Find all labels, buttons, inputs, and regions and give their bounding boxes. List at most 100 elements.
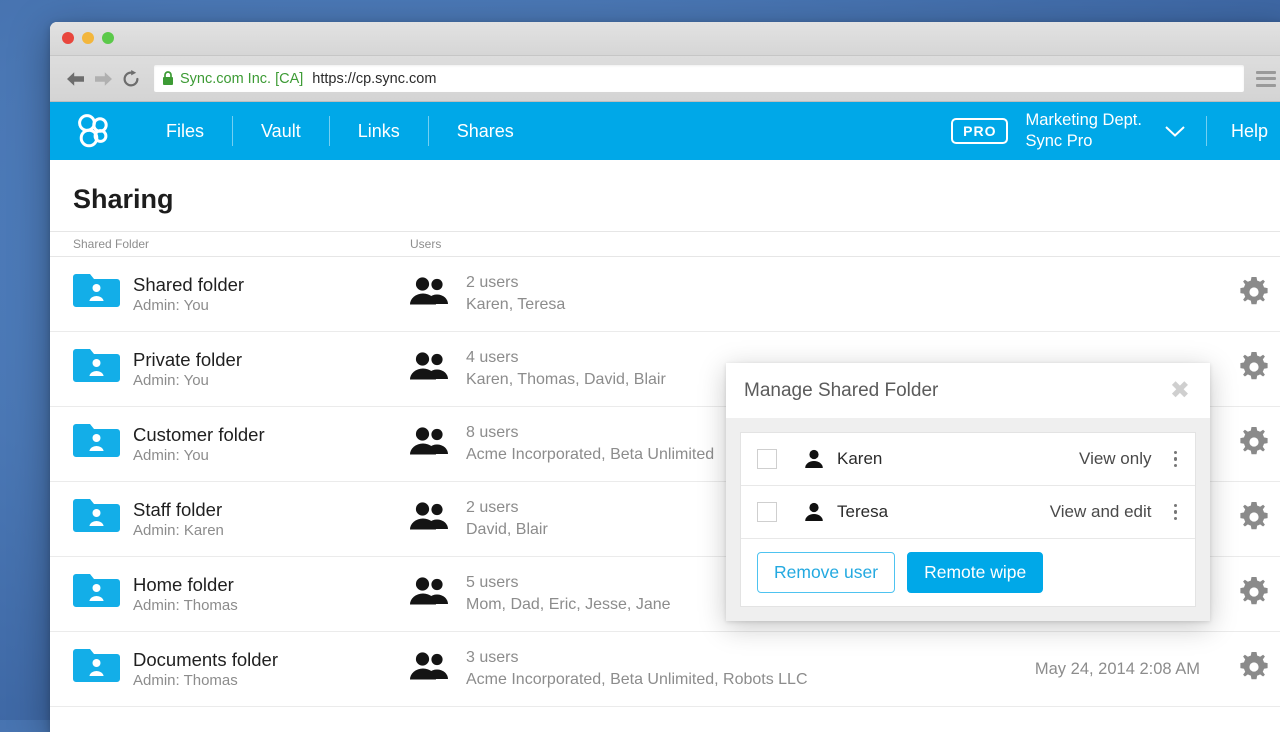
browser-titlebar xyxy=(50,22,1280,56)
account-plan: Sync Pro xyxy=(1026,131,1142,152)
gear-icon xyxy=(1239,277,1269,312)
nav-right-group: PRO Marketing Dept. Sync Pro Help xyxy=(951,102,1280,160)
user-checkbox[interactable] xyxy=(757,502,777,522)
nav-item-links[interactable]: Links xyxy=(330,102,428,160)
dialog-user-row[interactable]: Teresa View and edit xyxy=(741,486,1195,539)
users-group-icon xyxy=(410,426,450,461)
users-count: 2 users xyxy=(466,498,548,519)
users-text: 4 users Karen, Thomas, David, Blair xyxy=(466,348,666,390)
row-settings-button[interactable] xyxy=(1218,577,1280,612)
sync-logo-icon[interactable] xyxy=(50,102,138,160)
gear-icon xyxy=(1239,652,1269,687)
users-text: 3 users Acme Incorporated, Beta Unlimite… xyxy=(466,648,808,690)
users-names: Mom, Dad, Eric, Jesse, Jane xyxy=(466,594,671,616)
page-title: Sharing xyxy=(50,160,1280,215)
users-text: 2 users Karen, Teresa xyxy=(466,273,565,315)
folder-admin: Admin: You xyxy=(133,296,244,316)
users-group-icon xyxy=(410,351,450,386)
folder-text: Customer folder Admin: You xyxy=(133,423,265,466)
folder-admin: Admin: You xyxy=(133,446,265,466)
users-names: Karen, Thomas, David, Blair xyxy=(466,369,666,391)
dialog-title: Manage Shared Folder xyxy=(744,380,1168,402)
users-count: 2 users xyxy=(466,273,565,294)
folder-name: Private folder xyxy=(133,348,242,371)
dialog-user-permission[interactable]: View and edit xyxy=(1050,502,1152,522)
hamburger-menu-icon[interactable] xyxy=(1254,68,1278,90)
shared-folder-icon xyxy=(73,348,120,391)
shared-folder-icon xyxy=(73,573,120,616)
users-count: 5 users xyxy=(466,573,671,594)
folder-name: Customer folder xyxy=(133,423,265,446)
table-row[interactable]: Documents folder Admin: Thomas 3 users A… xyxy=(50,632,1280,707)
folder-admin: Admin: Karen xyxy=(133,521,224,541)
dialog-header: Manage Shared Folder ✖ xyxy=(726,363,1210,418)
gear-icon xyxy=(1239,577,1269,612)
folder-cell: Home folder Admin: Thomas xyxy=(50,573,410,616)
shared-folder-icon xyxy=(73,498,120,541)
dialog-user-permission[interactable]: View only xyxy=(1079,449,1151,469)
address-bar[interactable]: Sync.com Inc. [CA] https://cp.sync.com xyxy=(154,65,1244,92)
gear-icon xyxy=(1239,352,1269,387)
browser-toolbar: Sync.com Inc. [CA] https://cp.sync.com xyxy=(50,56,1280,102)
kebab-menu-icon[interactable] xyxy=(1170,502,1182,523)
shared-folder-icon xyxy=(73,273,120,316)
gear-icon xyxy=(1239,427,1269,462)
person-icon xyxy=(803,448,825,470)
row-settings-button[interactable] xyxy=(1218,652,1280,687)
row-settings-button[interactable] xyxy=(1218,277,1280,312)
kebab-menu-icon[interactable] xyxy=(1170,449,1182,470)
shared-folder-icon xyxy=(73,648,120,691)
row-settings-button[interactable] xyxy=(1218,352,1280,387)
user-checkbox[interactable] xyxy=(757,449,777,469)
dialog-body: Karen View only Teresa Vi xyxy=(726,418,1210,621)
column-header-users: Users xyxy=(410,237,955,251)
account-labels: Marketing Dept. Sync Pro xyxy=(1026,110,1142,151)
site-identity-label: Sync.com Inc. [CA] xyxy=(180,71,303,87)
browser-window: Sync.com Inc. [CA] https://cp.sync.com F… xyxy=(50,22,1280,732)
close-icon[interactable]: ✖ xyxy=(1168,379,1192,403)
maximize-window-button[interactable] xyxy=(102,32,114,44)
users-cell: 3 users Acme Incorporated, Beta Unlimite… xyxy=(410,648,955,690)
app-navigation-bar: Files Vault Links Shares PRO Marketing D… xyxy=(50,102,1280,160)
users-names: Acme Incorporated, Beta Unlimited xyxy=(466,444,714,466)
folder-text: Documents folder Admin: Thomas xyxy=(133,648,278,691)
nav-item-help[interactable]: Help xyxy=(1207,102,1280,160)
page-content: Sharing Shared Folder Users Shared folde… xyxy=(50,160,1280,725)
users-text: 8 users Acme Incorporated, Beta Unlimite… xyxy=(466,423,714,465)
remote-wipe-button[interactable]: Remote wipe xyxy=(907,552,1043,593)
users-names: Acme Incorporated, Beta Unlimited, Robot… xyxy=(466,669,808,691)
account-name: Marketing Dept. xyxy=(1026,110,1142,131)
users-text: 5 users Mom, Dad, Eric, Jesse, Jane xyxy=(466,573,671,615)
users-count: 4 users xyxy=(466,348,666,369)
dialog-user-row[interactable]: Karen View only xyxy=(741,433,1195,486)
folder-name: Shared folder xyxy=(133,273,244,296)
dialog-user-name: Teresa xyxy=(837,502,1050,522)
forward-arrow-icon[interactable] xyxy=(90,66,116,92)
account-menu[interactable]: Marketing Dept. Sync Pro xyxy=(1026,102,1206,160)
remove-user-button[interactable]: Remove user xyxy=(757,552,895,593)
dialog-user-name: Karen xyxy=(837,449,1079,469)
nav-item-files[interactable]: Files xyxy=(138,102,232,160)
folder-name: Staff folder xyxy=(133,498,224,521)
nav-item-shares[interactable]: Shares xyxy=(429,102,542,160)
reload-icon[interactable] xyxy=(118,66,144,92)
row-settings-button[interactable] xyxy=(1218,427,1280,462)
minimize-window-button[interactable] xyxy=(82,32,94,44)
chevron-down-icon xyxy=(1164,125,1186,138)
url-text: https://cp.sync.com xyxy=(312,71,436,87)
nav-item-vault[interactable]: Vault xyxy=(233,102,329,160)
close-window-button[interactable] xyxy=(62,32,74,44)
dialog-actions: Remove user Remote wipe xyxy=(741,539,1195,606)
lock-icon xyxy=(162,71,174,86)
back-arrow-icon[interactable] xyxy=(62,66,88,92)
table-header: Shared Folder Users xyxy=(50,231,1280,257)
folder-text: Home folder Admin: Thomas xyxy=(133,573,238,616)
window-controls xyxy=(62,32,114,44)
users-group-icon xyxy=(410,276,450,311)
table-row[interactable]: Shared folder Admin: You 2 users Karen, … xyxy=(50,257,1280,332)
gear-icon xyxy=(1239,502,1269,537)
shared-folder-icon xyxy=(73,423,120,466)
users-names: Karen, Teresa xyxy=(466,294,565,316)
folder-text: Shared folder Admin: You xyxy=(133,273,244,316)
row-settings-button[interactable] xyxy=(1218,502,1280,537)
